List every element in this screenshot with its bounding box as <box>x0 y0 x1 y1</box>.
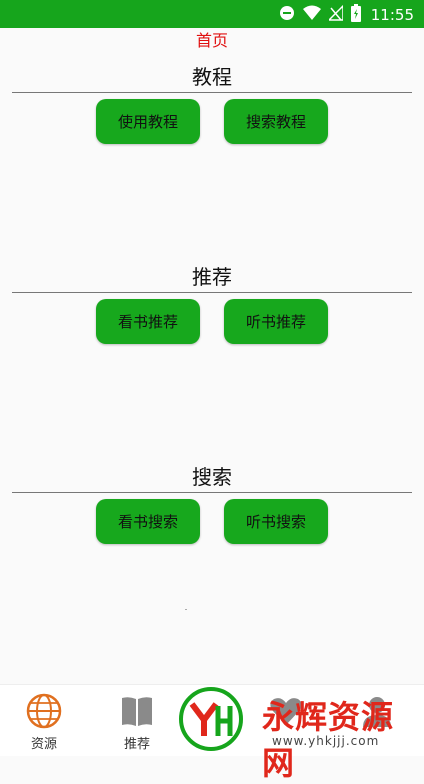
tab-label: 资源 <box>30 737 57 752</box>
section-heading: 教程 <box>192 65 232 89</box>
button-row: 看书推荐 听书推荐 <box>0 299 424 344</box>
signal-icon <box>326 4 344 25</box>
page-title: 首页 <box>195 31 228 50</box>
tab-recommend[interactable]: 推荐 <box>97 685 177 756</box>
status-time: 11:55 <box>370 6 414 24</box>
section-divider <box>12 292 412 293</box>
button-row: 看书搜索 听书搜索 <box>0 499 424 544</box>
wifi-icon <box>302 5 321 25</box>
tab-label: 推荐 <box>123 737 150 752</box>
section-heading: 推荐 <box>192 265 232 289</box>
listen-recommend-button[interactable]: 听书推荐 <box>224 299 328 344</box>
read-search-button[interactable]: 看书搜索 <box>96 499 200 544</box>
section-recommend: 推荐 看书推荐 听书推荐 <box>0 264 424 344</box>
watermark: 永辉资源网 www.yhkjjj.com <box>176 684 424 782</box>
section-search: 搜索 看书搜索 听书搜索 <box>0 464 424 544</box>
read-recommend-button[interactable]: 看书推荐 <box>96 299 200 344</box>
listen-search-button[interactable]: 听书搜索 <box>224 499 328 544</box>
section-divider <box>12 492 412 493</box>
divider-dot <box>185 609 187 610</box>
button-row: 使用教程 搜索教程 <box>0 99 424 144</box>
watermark-logo-icon <box>178 686 244 756</box>
usage-tutorial-button[interactable]: 使用教程 <box>96 99 200 144</box>
dnd-icon <box>279 5 295 25</box>
status-bar: 11:55 <box>0 0 424 28</box>
watermark-url: www.yhkjjj.com <box>272 734 380 748</box>
search-tutorial-button[interactable]: 搜索教程 <box>224 99 328 144</box>
globe-icon <box>26 693 62 733</box>
book-icon <box>119 693 155 733</box>
section-divider <box>12 92 412 93</box>
tab-resources[interactable]: 资源 <box>4 685 84 756</box>
battery-icon <box>350 4 361 26</box>
section-tutorials: 教程 使用教程 搜索教程 <box>0 64 424 144</box>
section-heading: 搜索 <box>192 465 232 489</box>
status-icons: 11:55 <box>279 4 414 26</box>
